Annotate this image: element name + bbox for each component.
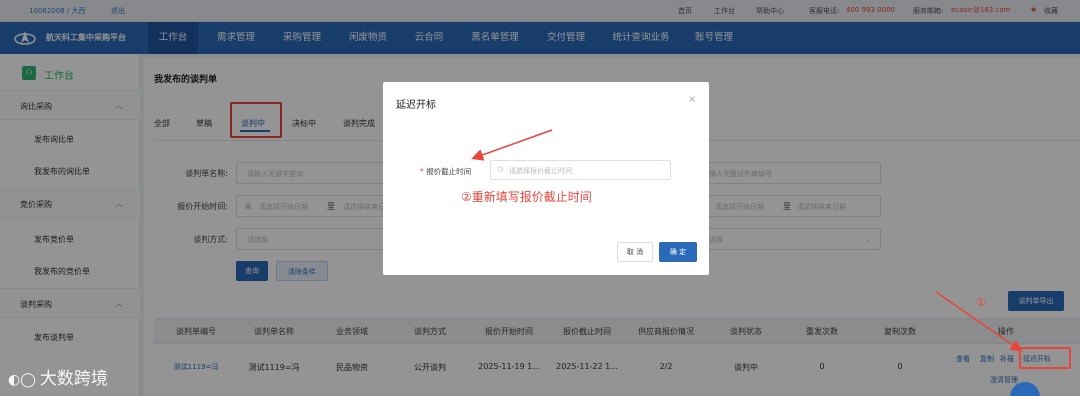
dialog-title: 延迟开标 (396, 100, 436, 111)
required-mark: * (420, 167, 424, 176)
deadline-label-text: 报价截止时间 (426, 167, 472, 176)
annotation-step-2: ②重新填写报价截止时间 (461, 190, 592, 204)
watermark-text: 大数跨境 (39, 369, 108, 389)
deadline-datetime-input[interactable]: ◷ 请选择报价截止时间 (490, 160, 671, 180)
watermark-logo-icon: ◐◯ (8, 372, 36, 388)
close-icon[interactable]: × (688, 94, 696, 105)
cancel-button[interactable]: 取 消 (617, 242, 653, 262)
annotation-box-delay (1019, 347, 1071, 369)
deadline-label: * 报价截止时间 (420, 166, 471, 177)
clock-icon: ◷ (497, 165, 504, 173)
confirm-button[interactable]: 确 定 (659, 242, 697, 262)
annotation-step-1: ① (976, 296, 986, 309)
watermark: ◐◯ 大数跨境 (8, 364, 108, 389)
